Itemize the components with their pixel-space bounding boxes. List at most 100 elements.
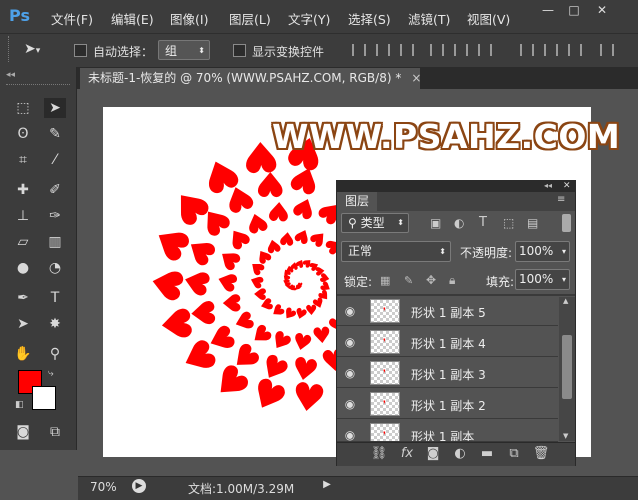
scroll-down-icon[interactable]: ▼ — [563, 432, 568, 440]
menu-layer[interactable]: 图层(L) — [229, 9, 271, 28]
filter-smart-object-icon[interactable]: ▤ — [527, 216, 538, 230]
dodge-icon[interactable]: ◔ — [44, 258, 66, 278]
blend-mode-dropdown[interactable]: 正常 ⬍ — [341, 241, 451, 262]
delete-layer-icon[interactable]: 🗑︎ — [532, 446, 550, 461]
move-tool-icon[interactable]: ➤ — [44, 98, 66, 118]
toolbox-grip — [6, 84, 70, 89]
lock-image-icon[interactable]: ✎ — [404, 274, 413, 287]
zoom-icon[interactable]: ⚲ — [44, 344, 66, 364]
gradient-icon[interactable]: ▥ — [44, 232, 66, 252]
swap-colors-icon[interactable]: ⤷ — [48, 368, 54, 379]
layer-row[interactable]: ◉ ❜ 形状 1 副本 2 — [337, 389, 558, 419]
distribute-vcenter-icon[interactable] — [544, 44, 558, 56]
fx-icon[interactable]: fx — [398, 446, 416, 461]
maximize-button[interactable]: □ — [566, 3, 582, 17]
align-left-icon[interactable] — [430, 44, 444, 56]
background-color-swatch[interactable] — [32, 386, 56, 410]
scroll-up-icon[interactable]: ▲ — [563, 297, 568, 305]
layer-row[interactable]: ◉ ❜ 形状 1 副本 4 — [337, 327, 558, 357]
tab-close-icon[interactable]: × — [411, 71, 421, 85]
default-colors-icon[interactable]: ◧ — [15, 400, 24, 410]
filter-type-icon[interactable]: T — [479, 215, 487, 230]
layers-tab[interactable]: 图层 — [337, 192, 377, 211]
eraser-icon[interactable]: ▱ — [12, 232, 34, 252]
auto-select-checkbox[interactable] — [74, 44, 87, 57]
move-tool-preset-icon[interactable]: ➤▾ — [24, 41, 40, 57]
clone-stamp-icon[interactable]: ⊥ — [12, 206, 34, 226]
new-group-icon[interactable]: ▬ — [478, 446, 496, 461]
add-mask-icon[interactable]: ◙ — [424, 446, 442, 461]
lasso-icon[interactable]: ʘ — [12, 124, 34, 144]
quick-mask-icon[interactable]: ◙ — [12, 422, 34, 442]
healing-brush-icon[interactable]: ✚ — [12, 180, 34, 200]
visibility-eye-icon[interactable]: ◉ — [343, 397, 357, 411]
visibility-eye-icon[interactable]: ◉ — [343, 304, 357, 318]
custom-shape-icon[interactable]: ✸ — [44, 314, 66, 334]
align-vcenter-icon[interactable] — [376, 44, 390, 56]
align-hcenter-icon[interactable] — [454, 44, 468, 56]
menu-edit[interactable]: 编辑(E) — [111, 9, 154, 28]
status-menu-arrow-icon[interactable]: ▶ — [320, 479, 334, 495]
panel-menu-icon[interactable]: ≡ — [557, 194, 565, 205]
fill-input[interactable]: 100% ▾ — [515, 269, 570, 290]
watermark-text: WWW.PSAHZ.COM — [272, 117, 621, 156]
eyedropper-icon[interactable]: ⁄ — [44, 150, 66, 170]
crop-icon[interactable]: ⌗ — [12, 150, 34, 170]
lock-transparent-icon[interactable]: ▦ — [380, 274, 390, 287]
align-bottom-icon[interactable] — [400, 44, 414, 56]
filter-toggle[interactable] — [562, 214, 571, 232]
layer-row[interactable]: ◉ ❜ 形状 1 副本 5 — [337, 296, 558, 326]
screen-mode-icon[interactable]: ⧉ — [44, 422, 66, 442]
close-window-button[interactable]: ✕ — [594, 3, 610, 17]
menu-select[interactable]: 选择(S) — [348, 9, 391, 28]
filter-pixel-icon[interactable]: ▣ — [430, 216, 441, 230]
filter-adjust-icon[interactable]: ◐ — [454, 216, 464, 230]
auto-select-dropdown[interactable]: 组 ⬍ — [158, 40, 210, 60]
history-brush-icon[interactable]: ✑ — [44, 206, 66, 226]
distribute-left-icon[interactable] — [600, 44, 614, 56]
opacity-value: 100% — [519, 244, 554, 258]
menu-type[interactable]: 文字(Y) — [288, 9, 330, 28]
document-tab[interactable]: 未标题-1-恢复的 @ 70% (WWW.PSAHZ.COM, RGB/8) *… — [80, 68, 421, 89]
layer-row[interactable]: ◉ ❜ 形状 1 副本 — [337, 420, 558, 442]
layers-scroll-thumb[interactable] — [562, 335, 572, 399]
distribute-top-icon[interactable] — [520, 44, 534, 56]
lock-all-icon[interactable]: 🔒︎ — [449, 273, 455, 288]
quick-select-icon[interactable]: ✎ — [44, 124, 66, 144]
filter-kind-dropdown[interactable]: ⚲ 类型 ⬍ — [341, 213, 409, 233]
path-select-icon[interactable]: ➤ — [12, 314, 34, 334]
document-tab-title: 未标题-1-恢复的 @ 70% (WWW.PSAHZ.COM, RGB/8) * — [88, 71, 402, 85]
zoom-level[interactable]: 70% — [90, 480, 117, 494]
menu-view[interactable]: 视图(V) — [467, 9, 510, 28]
distribute-bottom-icon[interactable] — [568, 44, 582, 56]
new-layer-icon[interactable]: ⧉ — [505, 446, 523, 461]
toolbox-collapse-icon[interactable]: ◂◂ — [6, 70, 15, 80]
export-icon[interactable]: ▶ — [132, 479, 146, 493]
adjustment-layer-icon[interactable]: ◐ — [451, 446, 469, 461]
menu-filter[interactable]: 滤镜(T) — [408, 9, 450, 28]
panel-collapse-icon[interactable]: ◂◂ — [544, 181, 552, 190]
layer-thumbnail: ❜ — [370, 423, 400, 441]
link-layers-icon[interactable]: ⛓ — [370, 446, 388, 461]
menu-image[interactable]: 图像(I) — [170, 9, 208, 28]
panel-close-icon[interactable]: ✕ — [563, 181, 571, 191]
filter-shape-icon[interactable]: ⬚ — [503, 216, 514, 230]
visibility-eye-icon[interactable]: ◉ — [343, 366, 357, 380]
rect-marquee-icon[interactable]: ⬚ — [12, 98, 34, 118]
minimize-button[interactable]: — — [540, 3, 556, 17]
layer-row[interactable]: ◉ ❜ 形状 1 副本 3 — [337, 358, 558, 388]
lock-position-icon[interactable]: ✥ — [426, 273, 436, 287]
hand-icon[interactable]: ✋ — [12, 344, 34, 364]
opacity-input[interactable]: 100% ▾ — [515, 241, 570, 262]
visibility-eye-icon[interactable]: ◉ — [343, 428, 357, 441]
show-transform-checkbox[interactable] — [233, 44, 246, 57]
blur-icon[interactable]: ● — [12, 258, 34, 278]
align-top-icon[interactable] — [352, 44, 366, 56]
options-grip — [8, 36, 13, 62]
align-right-icon[interactable] — [478, 44, 492, 56]
visibility-eye-icon[interactable]: ◉ — [343, 335, 357, 349]
pen-icon[interactable]: ✒ — [12, 288, 34, 308]
brush-icon[interactable]: ✐ — [44, 180, 66, 200]
menu-file[interactable]: 文件(F) — [51, 9, 93, 28]
type-tool-icon[interactable]: T — [44, 288, 66, 308]
